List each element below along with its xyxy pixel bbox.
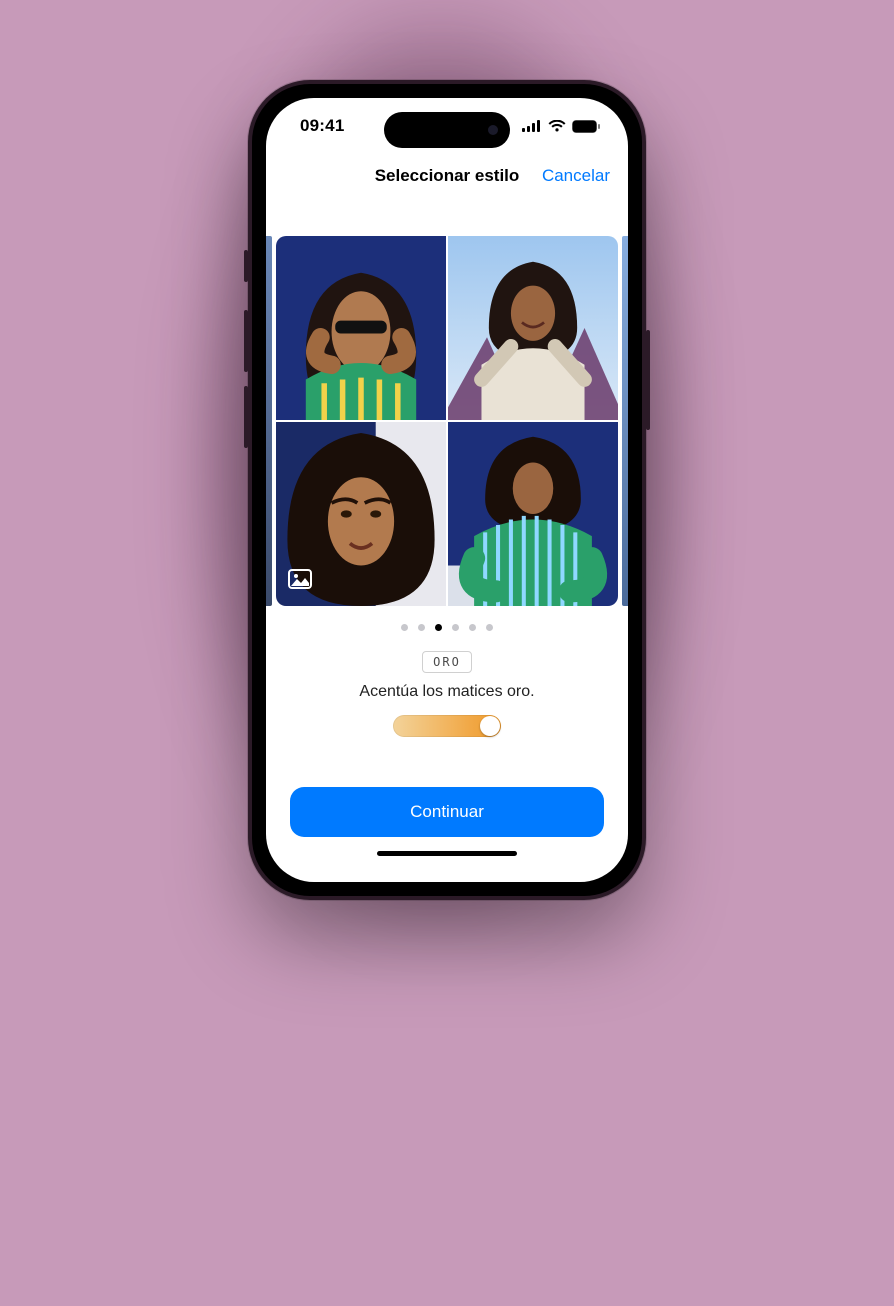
page-dot (452, 624, 459, 631)
style-carousel[interactable] (266, 236, 628, 606)
page-dot (469, 624, 476, 631)
page-dot (418, 624, 425, 631)
photo-tile-2 (448, 236, 618, 420)
silence-switch (244, 250, 248, 282)
status-icons (522, 120, 600, 133)
continue-button[interactable]: Continuar (290, 787, 604, 837)
style-description: Acentúa los matices oro. (266, 683, 628, 701)
phone-frame: 09:41 (248, 80, 646, 900)
photo-grid (276, 236, 618, 606)
page-dot (486, 624, 493, 631)
power-button (646, 330, 650, 430)
carousel-prev-peek (266, 236, 272, 606)
wifi-icon (548, 120, 566, 132)
photo-tile-4 (448, 422, 618, 606)
cellular-icon (522, 120, 542, 132)
style-name-chip: ORO (422, 651, 472, 673)
status-time: 09:41 (300, 116, 344, 136)
volume-up-button (244, 310, 248, 372)
screen: 09:41 (266, 98, 628, 882)
home-indicator[interactable] (377, 851, 517, 856)
page-dot-active (435, 624, 442, 631)
photo-tile-1 (276, 236, 446, 420)
page-indicator (266, 624, 628, 631)
slider-thumb[interactable] (480, 716, 500, 736)
page-dot (401, 624, 408, 631)
intensity-slider[interactable] (393, 715, 501, 737)
cta-container: Continuar (266, 787, 628, 882)
gallery-icon[interactable] (288, 569, 312, 594)
volume-down-button (244, 386, 248, 448)
battery-icon (572, 120, 600, 133)
carousel-next-peek (622, 236, 628, 606)
nav-bar: Seleccionar estilo Cancelar (266, 154, 628, 198)
phone-bezel: 09:41 (252, 84, 642, 896)
dynamic-island (384, 112, 510, 148)
cancel-button[interactable]: Cancelar (542, 166, 610, 186)
